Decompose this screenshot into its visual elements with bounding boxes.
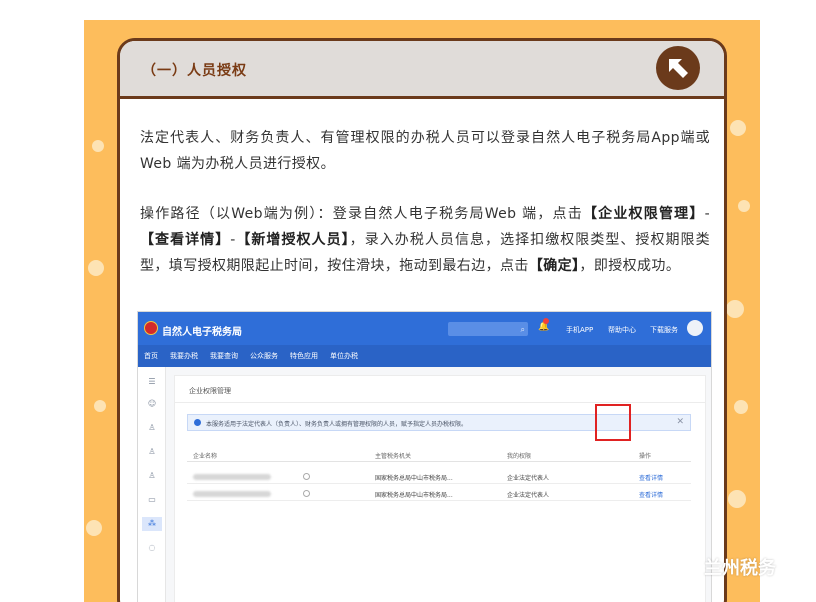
view-details-link[interactable]: 查看详情 bbox=[639, 490, 663, 499]
view-details-link[interactable]: 查看详情 bbox=[639, 473, 663, 482]
person-icon[interactable]: ♙ bbox=[147, 423, 157, 433]
site-header: 自然人电子税务局 ⌕ 🔔 手机APP 帮助中心 下载服务 bbox=[138, 312, 711, 345]
watermark-text: 兰州税务 bbox=[704, 558, 776, 579]
nav-public-service[interactable]: 公众服务 bbox=[250, 351, 278, 361]
person-add-icon[interactable]: ♙ bbox=[147, 447, 157, 457]
nav-file-tax[interactable]: 我要办税 bbox=[170, 351, 198, 361]
info-icon bbox=[194, 419, 201, 426]
nav-unit-tax[interactable]: 单位办税 bbox=[330, 351, 358, 361]
table-row: 国家税务总局中山市税务局... 企业法定代表人 查看详情 bbox=[187, 470, 691, 484]
tax-emblem-icon bbox=[144, 321, 158, 335]
info-icon[interactable] bbox=[303, 473, 310, 480]
path-step-view-details: 【查看详情】 bbox=[140, 232, 231, 248]
path-step-add-authorized: 【新增授权人员】 bbox=[235, 232, 350, 248]
path-sep: - bbox=[704, 206, 711, 222]
redacted-company-name bbox=[193, 474, 271, 480]
link-download-service[interactable]: 下载服务 bbox=[650, 325, 678, 335]
nav-query[interactable]: 我要查询 bbox=[210, 351, 238, 361]
cell-tax-office: 国家税务总局中山市税务局... bbox=[375, 492, 453, 499]
link-mobile-app[interactable]: 手机APP bbox=[566, 325, 593, 335]
header-my-permission: 我的权限 bbox=[507, 453, 532, 460]
person-settings-icon[interactable]: ♙ bbox=[147, 471, 157, 481]
arrow-up-left-icon[interactable] bbox=[656, 46, 700, 90]
site-name: 自然人电子税务局 bbox=[162, 327, 242, 338]
path-step-confirm: 【确定】 bbox=[528, 258, 580, 274]
user-profile-icon[interactable]: ☺ bbox=[147, 399, 157, 409]
site-search-input[interactable]: ⌕ bbox=[448, 322, 528, 336]
operation-path-paragraph: 操作路径（以Web端为例）：登录自然人电子税务局Web 端，点击【企业权限管理】… bbox=[140, 201, 710, 279]
header-tax-office: 主管税务机关 bbox=[375, 453, 412, 460]
cell-permission: 企业法定代表人 bbox=[507, 475, 550, 482]
path-text: ，即授权成功。 bbox=[579, 258, 681, 274]
close-icon[interactable]: ✕ bbox=[676, 417, 684, 427]
notification-badge bbox=[543, 318, 549, 324]
notice-text: 本服务适用于法定代表人（负责人）、财务负责人或拥有管理权限的人员，赋予指定人员办… bbox=[206, 421, 468, 428]
nav-featured[interactable]: 特色应用 bbox=[290, 351, 318, 361]
intro-paragraph: 法定代表人、财务负责人、有管理权限的办税人员可以登录自然人电子税务局App端或W… bbox=[140, 130, 710, 172]
nav-home[interactable]: 首页 bbox=[144, 351, 158, 361]
path-text: 操作路径（以Web端为例）：登录自然人电子税务局Web 端，点击 bbox=[140, 206, 583, 222]
breadcrumb: 企业权限管理 bbox=[189, 387, 231, 395]
card-header: （一）人员授权 bbox=[120, 41, 724, 99]
highlight-box bbox=[595, 404, 631, 441]
bell-icon[interactable]: 🔔 bbox=[538, 318, 549, 332]
link-help-center[interactable]: 帮助中心 bbox=[608, 325, 636, 335]
card-icon[interactable]: ▭ bbox=[147, 495, 157, 505]
info-icon[interactable] bbox=[303, 490, 310, 497]
table-header: 企业名称 主管税务机关 我的权限 操作 bbox=[187, 448, 691, 462]
header-company: 企业名称 bbox=[193, 453, 218, 460]
embedded-screenshot: 自然人电子税务局 ⌕ 🔔 手机APP 帮助中心 下载服务 首页 我要办税 我要查… bbox=[137, 311, 712, 602]
table-row: 国家税务总局中山市税务局... 企业法定代表人 查看详情 bbox=[187, 487, 691, 501]
sidebar: ☰ ☺ ♙ ♙ ♙ ▭ ⁂ ◌ bbox=[138, 367, 166, 602]
article-card: （一）人员授权 法定代表人、财务负责人、有管理权限的办税人员可以登录自然人电子税… bbox=[117, 38, 727, 602]
org-chart-icon[interactable]: ⁂ bbox=[142, 517, 162, 531]
cell-tax-office: 国家税务总局中山市税务局... bbox=[375, 475, 453, 482]
wechat-icon bbox=[672, 557, 698, 577]
shield-icon[interactable]: ◌ bbox=[147, 543, 157, 553]
path-step-enterprise-permission: 【企业权限管理】 bbox=[582, 206, 705, 222]
site-nav: 首页 我要办税 我要查询 公众服务 特色应用 单位办税 bbox=[138, 345, 711, 367]
cell-permission: 企业法定代表人 bbox=[507, 492, 550, 499]
search-icon: ⌕ bbox=[520, 325, 525, 334]
watermark: 兰州税务 bbox=[672, 554, 776, 580]
avatar[interactable] bbox=[687, 320, 703, 336]
card-title: （一）人员授权 bbox=[142, 63, 247, 79]
header-action: 操作 bbox=[639, 453, 652, 460]
redacted-company-name bbox=[193, 491, 271, 497]
menu-icon[interactable]: ☰ bbox=[147, 377, 157, 387]
